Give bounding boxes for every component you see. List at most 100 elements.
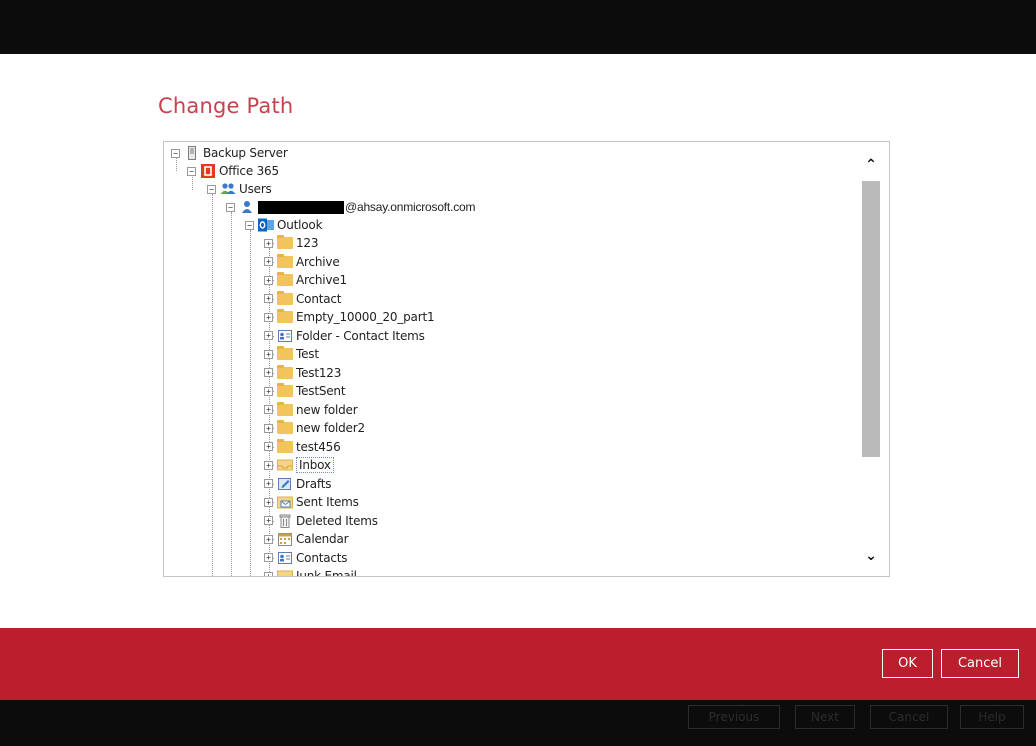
expand-toggle[interactable]: +	[264, 497, 273, 507]
tree-node-folder[interactable]: + Junk Email	[264, 567, 357, 577]
tree-node-label: Office 365	[219, 164, 279, 178]
tree-node-label: Archive1	[296, 273, 347, 287]
expand-toggle[interactable]: +	[264, 460, 273, 470]
dialog-title: Change Path	[158, 94, 294, 118]
folder-icon	[277, 364, 293, 380]
tree-node-label: new folder2	[296, 421, 365, 435]
tree-node-folder[interactable]: + Deleted Items	[264, 512, 378, 530]
tree-node-office365[interactable]: − Office 365	[187, 162, 279, 180]
tree-node-folder[interactable]: +123	[264, 234, 319, 252]
expand-toggle[interactable]: +	[264, 349, 273, 359]
tree-node-folder[interactable]: + test456	[264, 438, 341, 456]
expand-toggle[interactable]: +	[264, 238, 273, 248]
user-icon	[239, 200, 255, 214]
tree-node-backup-server[interactable]: − Backup Server	[171, 144, 288, 162]
scroll-down-icon[interactable]: ⌄	[863, 547, 879, 563]
inbox-icon	[277, 458, 293, 472]
collapse-toggle[interactable]: −	[245, 220, 254, 230]
tree-node-label: Contacts	[296, 550, 348, 565]
expand-toggle[interactable]: +	[264, 405, 273, 414]
tree-node-folder[interactable]: + Folder - Contact Items	[264, 327, 425, 345]
tree-node-label: test456	[296, 439, 341, 454]
tree-node-folder[interactable]: + Inbox	[264, 456, 334, 474]
tree-node-outlook[interactable]: − Outlook	[245, 216, 323, 234]
folder-icon	[277, 290, 293, 306]
expand-toggle[interactable]: +	[264, 368, 273, 377]
tree-node-label: new folder	[296, 402, 358, 417]
change-path-dialog: Change Path − Backup Server − Office 365…	[8, 54, 1032, 628]
tree-node-folder[interactable]: + Calendar	[264, 530, 349, 548]
tree-node-label: Deleted Items	[296, 513, 378, 528]
tree-node-users[interactable]: − Users	[207, 180, 272, 198]
expand-toggle[interactable]: +	[264, 571, 273, 576]
collapse-toggle[interactable]: −	[226, 202, 235, 212]
redacted-username	[258, 200, 344, 214]
expand-toggle[interactable]: +	[264, 275, 273, 285]
drafts-icon	[277, 477, 293, 491]
collapse-toggle[interactable]: −	[187, 166, 196, 176]
tree-node-folder[interactable]: + Sent Items	[264, 493, 359, 511]
tree-node-user[interactable]: − @ahsay.onmicrosoft.com	[226, 198, 475, 216]
expand-toggle[interactable]: +	[264, 386, 273, 396]
ok-button[interactable]: OK	[882, 649, 933, 678]
tree-node-label: Drafts	[296, 476, 332, 491]
tree-connector	[250, 230, 251, 576]
folder-tree-panel[interactable]: − Backup Server − Office 365 − Users − @…	[163, 141, 890, 577]
tree-node-label: Outlook	[277, 218, 323, 232]
junk-icon	[277, 569, 293, 576]
tree-node-folder[interactable]: + TestSent	[264, 382, 346, 400]
expand-toggle[interactable]: +	[264, 331, 273, 340]
tree-node-label: Test123	[296, 365, 342, 380]
scroll-up-icon[interactable]: ⌃	[863, 156, 879, 172]
expand-toggle[interactable]: +	[264, 257, 273, 266]
tree-node-folder[interactable]: + new folder	[264, 401, 358, 419]
folder-icon	[277, 235, 293, 250]
contact-card-icon	[277, 329, 293, 343]
server-icon	[184, 146, 200, 160]
tree-node-label: Backup Server	[203, 146, 288, 160]
trash-icon	[277, 514, 293, 528]
folder-icon	[277, 420, 293, 435]
cancel-button[interactable]: Cancel	[941, 649, 1019, 678]
scrollbar-thumb[interactable]	[862, 181, 880, 457]
top-bar	[0, 0, 1036, 54]
tree-node-folder[interactable]: + new folder2	[264, 419, 365, 437]
help-button: Help	[960, 705, 1024, 729]
next-button: Next	[795, 705, 855, 729]
tree-node-label: TestSent	[296, 384, 346, 398]
tree-node-label: 123	[296, 236, 319, 250]
office365-icon	[200, 164, 216, 178]
folder-icon	[277, 272, 293, 287]
calendar-icon	[277, 532, 293, 546]
expand-toggle[interactable]: +	[264, 553, 273, 562]
tree-node-label: Junk Email	[296, 569, 357, 577]
tree-node-label: @ahsay.onmicrosoft.com	[345, 200, 476, 214]
tree-node-label: Sent Items	[296, 495, 359, 509]
expand-toggle[interactable]: +	[264, 442, 273, 451]
tree-node-folder[interactable]: + Empty_10000_20_part1	[264, 308, 435, 326]
folder-icon	[277, 346, 293, 361]
collapse-toggle[interactable]: −	[171, 148, 180, 158]
folder-icon	[277, 401, 293, 417]
tree-node-label: Archive	[296, 254, 340, 269]
tree-node-label: Contact	[296, 291, 342, 306]
expand-toggle[interactable]: +	[264, 423, 273, 433]
tree-node-folder[interactable]: + Contact	[264, 290, 341, 308]
tree-node-folder[interactable]: + Drafts	[264, 475, 332, 493]
tree-node-label: Calendar	[296, 532, 349, 546]
tree-node-folder[interactable]: + Contacts	[264, 549, 348, 567]
expand-toggle[interactable]: +	[264, 294, 273, 303]
previous-button: Previous	[688, 705, 780, 729]
dialog-footer	[0, 628, 1036, 700]
collapse-toggle[interactable]: −	[207, 184, 216, 194]
tree-node-folder[interactable]: + Test	[264, 345, 319, 363]
expand-toggle[interactable]: +	[264, 516, 273, 525]
folder-icon	[277, 438, 293, 454]
tree-node-folder[interactable]: + Archive	[264, 253, 340, 271]
vertical-scrollbar[interactable]: ⌃ ⌄	[853, 142, 889, 576]
expand-toggle[interactable]: +	[264, 479, 273, 488]
tree-node-folder[interactable]: + Test123	[264, 364, 341, 382]
expand-toggle[interactable]: +	[264, 312, 273, 322]
tree-node-folder[interactable]: + Archive1	[264, 271, 347, 289]
expand-toggle[interactable]: +	[264, 534, 273, 544]
